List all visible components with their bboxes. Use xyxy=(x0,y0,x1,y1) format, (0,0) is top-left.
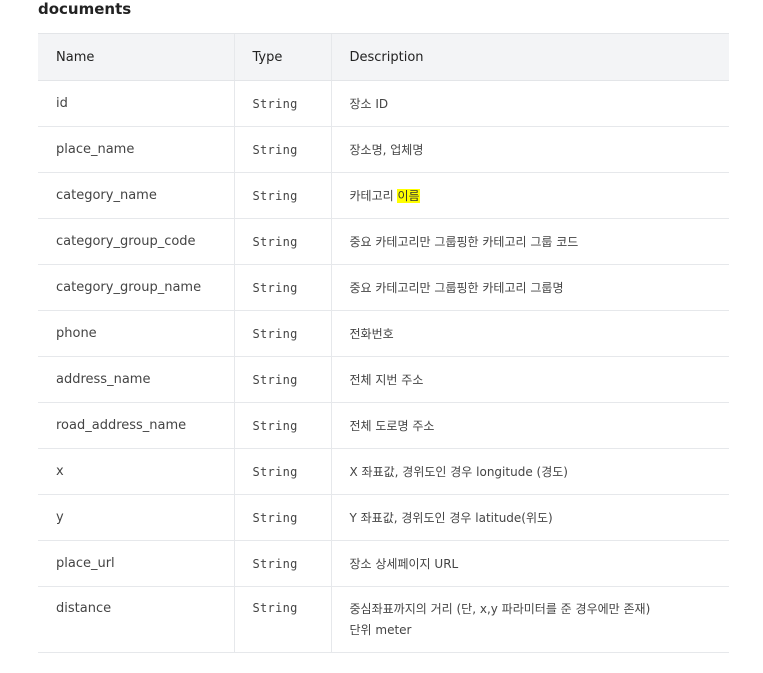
field-name: x xyxy=(38,448,234,495)
table-row: road_address_name String 전체 도로명 주소 xyxy=(38,402,729,449)
field-type: String xyxy=(233,80,331,127)
table-header-row: Name Type Description xyxy=(38,33,729,81)
field-type: String xyxy=(233,448,331,495)
field-name: category_group_name xyxy=(38,264,234,311)
field-name: id xyxy=(38,80,234,127)
field-name: category_name xyxy=(38,172,234,219)
field-description: X 좌표값, 경위도인 경우 longitude (경도) xyxy=(330,448,729,495)
table-row: x String X 좌표값, 경위도인 경우 longitude (경도) xyxy=(38,448,729,495)
table-row: place_url String 장소 상세페이지 URL xyxy=(38,540,729,587)
field-type: String xyxy=(233,126,331,173)
description-text: 카테고리 xyxy=(349,189,398,203)
field-type: String xyxy=(233,586,331,653)
field-type: String xyxy=(233,402,331,449)
field-description: 중심좌표까지의 거리 (단, x,y 파라미터를 준 경우에만 존재) 단위 me… xyxy=(330,586,729,653)
field-type: String xyxy=(233,540,331,587)
field-name: road_address_name xyxy=(38,402,234,449)
field-name: y xyxy=(38,494,234,541)
table-row: y String Y 좌표값, 경위도인 경우 latitude(위도) xyxy=(38,494,729,541)
field-type: String xyxy=(233,218,331,265)
field-name: phone xyxy=(38,310,234,357)
field-type: String xyxy=(233,172,331,219)
header-name: Name xyxy=(38,33,234,81)
header-type: Type xyxy=(233,33,331,81)
documents-table: Name Type Description id String 장소 ID pl… xyxy=(38,33,729,653)
field-name: category_group_code xyxy=(38,218,234,265)
field-name: address_name xyxy=(38,356,234,403)
field-type: String xyxy=(233,356,331,403)
field-description: 중요 카테고리만 그룹핑한 카테고리 그룹 코드 xyxy=(330,218,729,265)
table-row: category_group_name String 중요 카테고리만 그룹핑한… xyxy=(38,264,729,311)
field-name: place_url xyxy=(38,540,234,587)
field-type: String xyxy=(233,494,331,541)
field-description: Y 좌표값, 경위도인 경우 latitude(위도) xyxy=(330,494,729,541)
table-row: address_name String 전체 지번 주소 xyxy=(38,356,729,403)
description-line: 중심좌표까지의 거리 (단, x,y 파라미터를 준 경우에만 존재) xyxy=(349,601,651,616)
table-row: category_name String 카테고리 이름 xyxy=(38,172,729,219)
field-name: distance xyxy=(38,586,234,653)
table-row: phone String 전화번호 xyxy=(38,310,729,357)
field-description: 장소명, 업체명 xyxy=(330,126,729,173)
field-description: 전체 도로명 주소 xyxy=(330,402,729,449)
field-type: String xyxy=(233,310,331,357)
table-row: id String 장소 ID xyxy=(38,80,729,127)
section-title: documents xyxy=(38,0,132,18)
table-row: distance String 중심좌표까지의 거리 (단, x,y 파라미터를… xyxy=(38,586,729,653)
header-description: Description xyxy=(330,33,729,81)
field-description: 장소 ID xyxy=(330,80,729,127)
highlighted-text: 이름 xyxy=(397,189,420,203)
field-type: String xyxy=(233,264,331,311)
table-row: category_group_code String 중요 카테고리만 그룹핑한… xyxy=(38,218,729,265)
field-description: 전체 지번 주소 xyxy=(330,356,729,403)
field-name: place_name xyxy=(38,126,234,173)
field-description: 장소 상세페이지 URL xyxy=(330,540,729,587)
field-description: 카테고리 이름 xyxy=(330,172,729,219)
description-line: 단위 meter xyxy=(349,622,412,637)
field-description: 전화번호 xyxy=(330,310,729,357)
table-row: place_name String 장소명, 업체명 xyxy=(38,126,729,173)
field-description: 중요 카테고리만 그룹핑한 카테고리 그룹명 xyxy=(330,264,729,311)
